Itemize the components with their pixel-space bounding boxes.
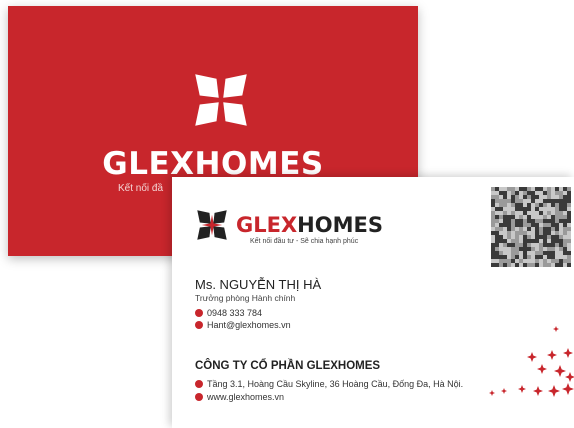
brand-logo-icon — [195, 74, 247, 126]
company-name: CÔNG TY CỔ PHẦN GLEXHOMES — [195, 360, 381, 372]
email-address: Hant@glexhomes.vn — [207, 320, 291, 330]
email-row: Hant@glexhomes.vn — [195, 320, 291, 330]
website-row: www.glexhomes.vn — [195, 392, 284, 402]
person-name: Ms. NGUYỄN THỊ HÀ — [195, 277, 322, 292]
brand-name-red: GLEX — [236, 213, 298, 237]
phone-row: 0948 333 784 — [195, 308, 262, 318]
location-icon — [195, 380, 203, 388]
email-icon — [195, 321, 203, 329]
qr-code-icon — [491, 187, 571, 267]
sparkle-icon — [489, 326, 574, 397]
business-card-front: GLEXHOMES Kết nối đầu tư - Sẽ chia hạnh … — [172, 177, 574, 428]
phone-icon — [195, 309, 203, 317]
phone-number: 0948 333 784 — [207, 308, 263, 318]
brand-logo-icon — [197, 210, 227, 240]
address-row: Tầng 3.1, Hoàng Cầu Skyline, 36 Hoàng Cầ… — [195, 379, 463, 389]
company-website: www.glexhomes.vn — [207, 392, 285, 402]
globe-icon — [195, 393, 203, 401]
person-title: Trưởng phòng Hành chính — [195, 293, 296, 303]
brand-name-dark: HOMES — [297, 213, 383, 237]
back-tagline: Kết nối đầ — [118, 183, 164, 194]
company-address: Tầng 3.1, Hoàng Cầu Skyline, 36 Hoàng Cầ… — [207, 379, 464, 389]
front-tagline: Kết nối đầu tư - Sẽ chia hạnh phúc — [250, 238, 359, 245]
front-brand-name: GLEXHOMES — [236, 213, 383, 237]
